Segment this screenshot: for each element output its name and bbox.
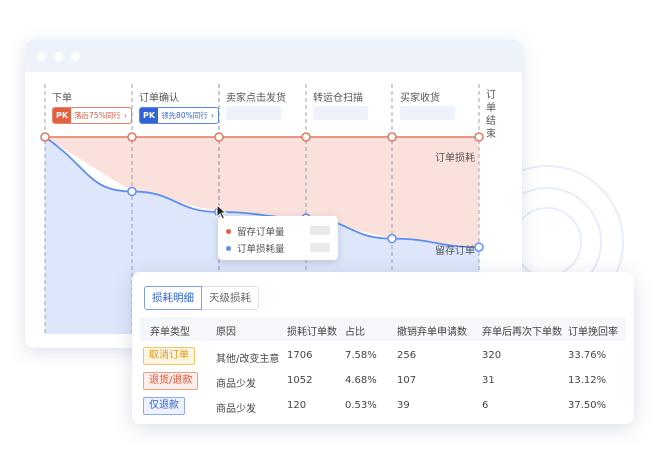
panel-tabs: 损耗明细 天级损耗: [144, 286, 259, 310]
column-header: 损耗订单数: [287, 327, 337, 338]
mouse-cursor-icon: [216, 204, 228, 220]
chevron-right-icon: ›: [210, 111, 214, 120]
pk-badge-behind[interactable]: PK 落后75%同行 ›: [52, 107, 132, 124]
tooltip-label: 订单损耗量: [237, 244, 285, 255]
table-cell: 7.58%: [345, 350, 377, 361]
table-cell: 33.76%: [568, 350, 607, 361]
retain-point[interactable]: [387, 233, 397, 244]
loss-point[interactable]: [214, 132, 224, 142]
pk-badge-ahead[interactable]: PK 领先80%同行 ›: [139, 107, 219, 124]
loss-point[interactable]: [40, 132, 50, 142]
pk-tag: PK: [53, 108, 72, 123]
type-badge-return-refund[interactable]: 退货/退款: [143, 372, 199, 390]
table-cell: 107: [397, 375, 417, 386]
table-cell: 120: [287, 400, 307, 411]
retain-dot-icon: [226, 228, 231, 234]
column-header: 撤销弃单申请数: [397, 327, 467, 338]
loss-point[interactable]: [387, 132, 397, 142]
table-cell: 39: [397, 400, 410, 411]
table-cell: 4.68%: [345, 375, 377, 386]
table-cell: 商品少发: [216, 404, 256, 415]
stage-placeholder: [313, 106, 368, 120]
series-label-retain: 留存订单: [435, 246, 475, 257]
stage-label-end: 订单结束: [486, 90, 496, 140]
chart-tooltip: 留存订单量 订单损耗量: [218, 216, 338, 260]
type-badge-refund-only[interactable]: 仅退款: [143, 397, 185, 415]
table-cell: 256: [397, 350, 417, 361]
stage-label-order: 下单: [52, 93, 72, 104]
type-badge-cancel[interactable]: 取消订单: [143, 347, 195, 365]
loss-point[interactable]: [301, 132, 311, 142]
column-header: 弃单类型: [150, 327, 190, 338]
series-label-loss: 订单损耗: [435, 153, 475, 164]
retain-point[interactable]: [127, 186, 137, 197]
tooltip-row: 留存订单量: [226, 224, 285, 238]
table-cell: 0.53%: [345, 400, 377, 411]
table-cell: 其他/改变主意: [216, 354, 280, 365]
tab-daily-loss[interactable]: 天级损耗: [202, 286, 259, 310]
table-cell: 320: [482, 350, 502, 361]
stage-placeholder: [226, 106, 281, 120]
table-cell: 37.50%: [568, 400, 607, 411]
column-header: 弃单后再次下单数: [482, 327, 562, 338]
table-cell: 商品少发: [216, 379, 256, 390]
table-cell: 13.12%: [568, 375, 607, 386]
pk-text: 落后75%同行: [74, 111, 121, 120]
pk-text: 领先80%同行: [161, 111, 208, 120]
loss-detail-panel: 损耗明细 天级损耗 弃单类型 原因 损耗订单数 占比 撤销弃单申请数 弃单后再次…: [132, 272, 634, 424]
loss-dot-icon: [226, 245, 231, 251]
pk-tag: PK: [140, 108, 159, 123]
chevron-right-icon: ›: [123, 111, 127, 120]
stage-placeholder: [400, 106, 455, 120]
tooltip-value-placeholder: [310, 243, 330, 252]
loss-point[interactable]: [127, 132, 137, 142]
tab-loss-detail[interactable]: 损耗明细: [144, 286, 202, 310]
stage-label-confirm: 订单确认: [139, 93, 179, 104]
table-cell: 31: [482, 375, 495, 386]
table-cell: 6: [482, 400, 489, 411]
tooltip-value-placeholder: [310, 226, 330, 235]
column-header: 原因: [216, 327, 236, 338]
tooltip-row: 订单损耗量: [226, 241, 285, 255]
column-header: 订单挽回率: [568, 327, 618, 338]
stage-label-transfer-scan: 转运仓扫描: [313, 93, 363, 104]
column-header: 占比: [345, 327, 365, 338]
stage-label-ship: 卖家点击发货: [226, 93, 286, 104]
loss-point[interactable]: [474, 132, 484, 142]
table-cell: 1706: [287, 350, 313, 361]
table-cell: 1052: [287, 375, 313, 386]
retain-point[interactable]: [474, 242, 484, 252]
tooltip-label: 留存订单量: [237, 227, 285, 238]
stage-label-receive: 买家收货: [400, 93, 440, 104]
